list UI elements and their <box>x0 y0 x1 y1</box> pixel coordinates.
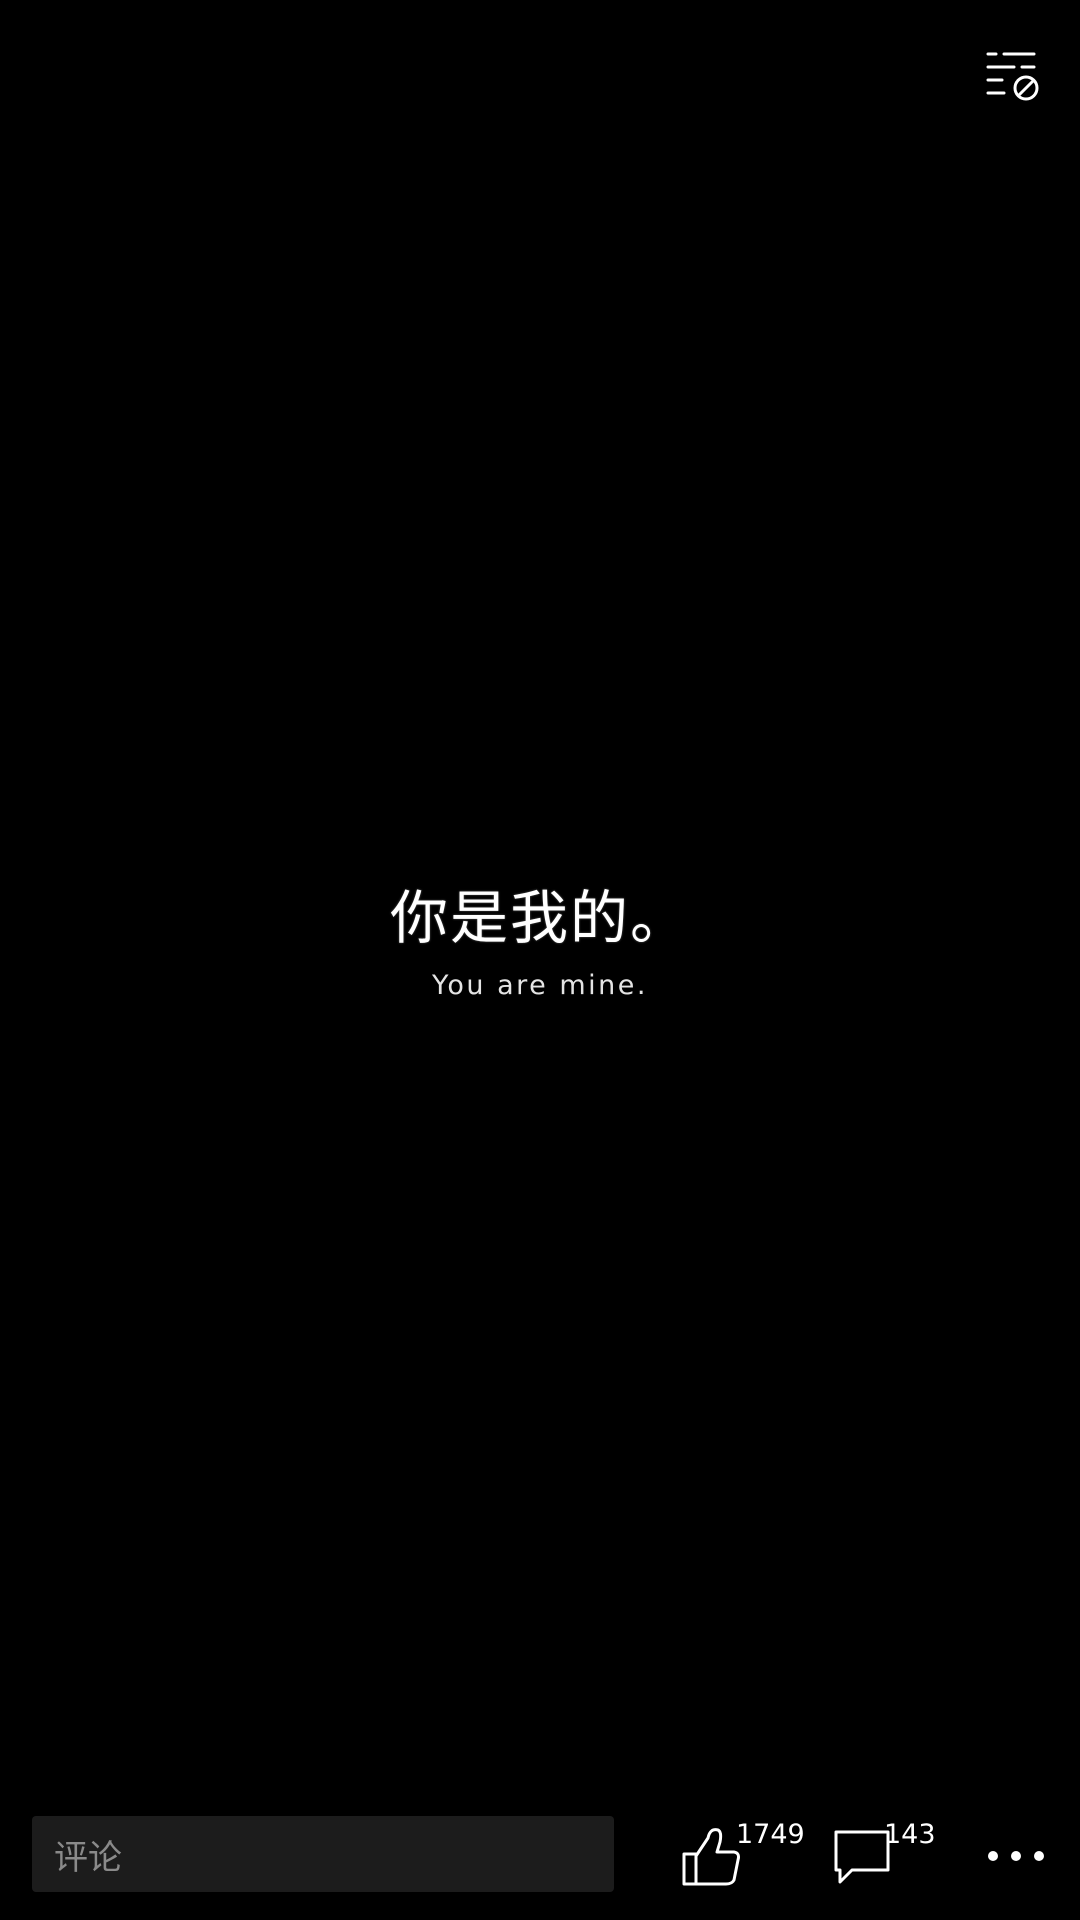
list-block-icon <box>986 52 1039 101</box>
like-count: 1749 <box>736 1819 805 1850</box>
more-dot <box>988 1851 998 1861</box>
post-title-cn: 你是我的。 <box>389 884 690 952</box>
thumbs-up-icon <box>680 1826 742 1892</box>
image-viewer-screen: 你是我的。 You are mine. 评论 1749 143 <box>0 0 1080 1920</box>
filter-block-button[interactable] <box>984 48 1044 104</box>
more-dot <box>1034 1851 1044 1861</box>
bottom-action-bar: 评论 1749 143 <box>0 1780 1080 1920</box>
more-dot <box>1011 1851 1021 1861</box>
post-content: 你是我的。 You are mine. <box>0 882 1080 1004</box>
comment-button[interactable]: 143 <box>832 1820 972 1890</box>
comment-placeholder: 评论 <box>54 1837 122 1878</box>
comment-count: 143 <box>884 1819 936 1850</box>
like-button[interactable]: 1749 <box>680 1820 820 1890</box>
more-options-button[interactable] <box>988 1836 1044 1876</box>
post-subtitle-en: You are mine. <box>432 970 648 1001</box>
comment-input[interactable]: 评论 <box>32 1816 614 1892</box>
